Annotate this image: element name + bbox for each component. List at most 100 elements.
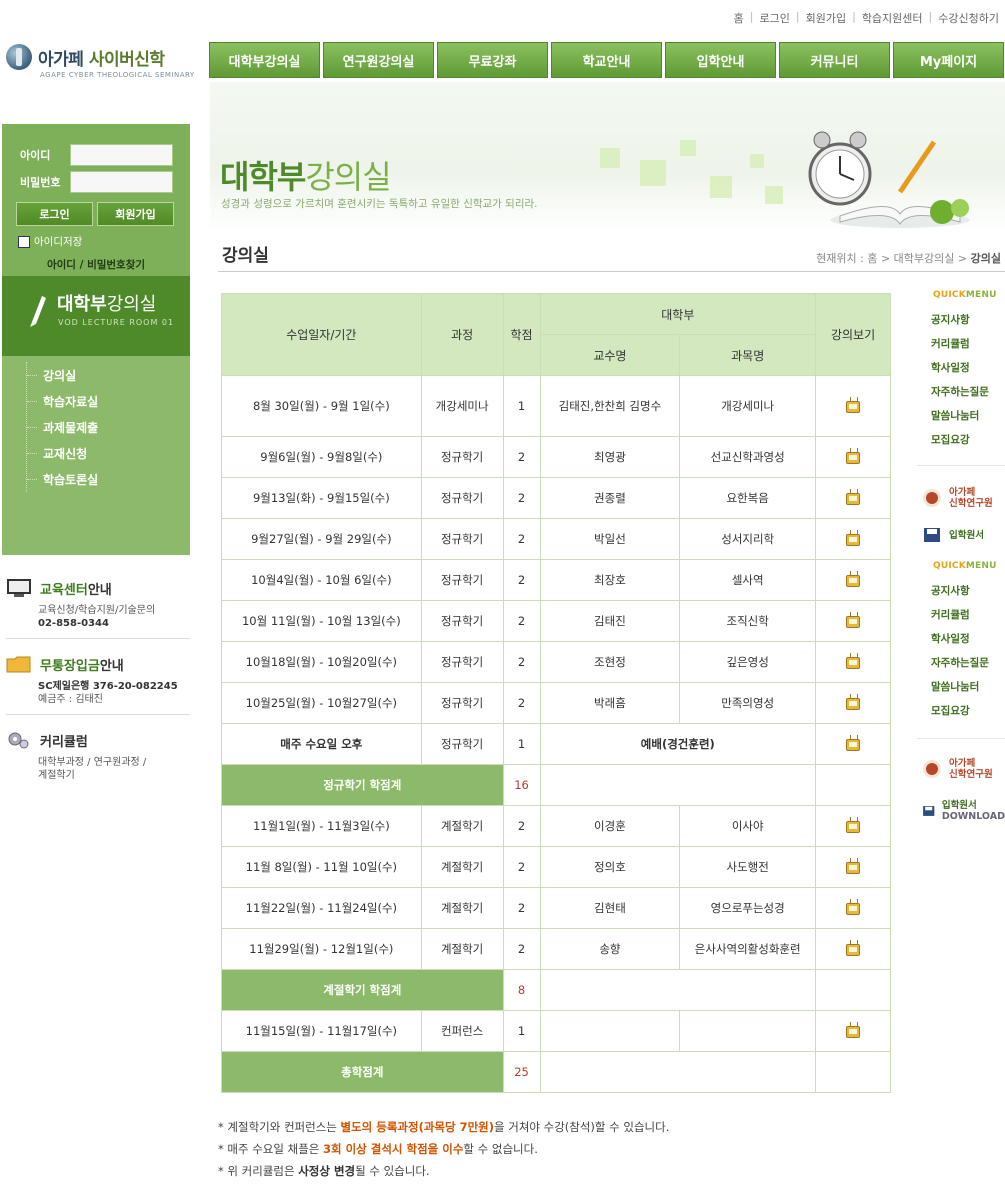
- quick-notice[interactable]: 공지사항: [917, 312, 1005, 336]
- cell-credit: 2: [502, 846, 541, 888]
- pen-icon: [30, 296, 46, 327]
- nav-school-info[interactable]: 학교안내: [551, 42, 662, 78]
- nav-university-lecture[interactable]: 대학부강의실: [209, 42, 320, 78]
- monitor-icon: [7, 579, 31, 597]
- quick-application-download[interactable]: 입학원서 DOWNLOAD: [917, 800, 1005, 822]
- quick-curriculum[interactable]: 커리큘럼: [917, 336, 1005, 360]
- left-menu-textbook[interactable]: 교재신청: [27, 440, 98, 466]
- nav-free-lecture[interactable]: 무료강좌: [437, 42, 548, 78]
- header-view: 강의보기: [815, 293, 891, 376]
- total-sum-row: 총학점계 25: [221, 1051, 891, 1093]
- tv-icon[interactable]: [846, 492, 861, 505]
- quick-faq[interactable]: 자주하는질문: [917, 384, 1005, 408]
- curriculum-info[interactable]: 커리큘럼 대학부과정 / 연구원과정 / 계절학기: [6, 730, 190, 782]
- nav-community[interactable]: 커뮤니티: [779, 42, 890, 78]
- floppy-disk-icon: [924, 528, 940, 542]
- cell-credit: 2: [502, 682, 541, 724]
- login-button[interactable]: 로그인: [16, 202, 93, 226]
- top-link-enroll[interactable]: 수강신청하기: [938, 10, 999, 26]
- cell-date: 10월25일(월) - 10월27일(수): [221, 682, 422, 724]
- quick2-notice[interactable]: 공지사항: [917, 583, 1005, 607]
- bank-info: 무통장입금안내 SC제일은행 376-20-082245 예금주 : 김태진: [6, 654, 190, 715]
- header-date: 수업일자/기간: [221, 293, 422, 376]
- cell-subject: 개강세미나: [679, 375, 817, 437]
- quick-application[interactable]: 입학원서: [917, 526, 1005, 544]
- table-row: 11월 8일(월) - 11월 10일(수) 계절학기 2 정의호 사도행전: [221, 846, 891, 888]
- top-link-join[interactable]: 회원가입: [806, 10, 846, 26]
- quick-promo-1[interactable]: 아가페 신학연구원: [917, 486, 1005, 510]
- seasonal-rows: 11월1일(월) - 11월3일(수) 계절학기 2 이경훈 이사야 11월 8일(월) …: [221, 805, 891, 970]
- top-link-home[interactable]: 홈: [734, 10, 744, 26]
- table-header-row: 수업일자/기간 과정 학점 대학부 강의보기: [221, 293, 891, 376]
- quick2-schedule[interactable]: 학사일정: [917, 631, 1005, 655]
- quick2-faq[interactable]: 자주하는질문: [917, 655, 1005, 679]
- cell-course: 계절학기: [420, 846, 504, 888]
- cell-prof: 김현태: [539, 887, 681, 929]
- cell-prof: 최장호: [539, 559, 681, 601]
- left-menu-materials[interactable]: 학습자료실: [27, 388, 98, 414]
- quick-word-share[interactable]: 말씀나눔터: [917, 408, 1005, 432]
- tv-icon[interactable]: [846, 451, 861, 464]
- save-id-checkbox[interactable]: [18, 235, 30, 248]
- quick2-curriculum[interactable]: 커리큘럼: [917, 607, 1005, 631]
- left-menu-assignment[interactable]: 과제물제출: [27, 414, 98, 440]
- left-menu-lecture-room[interactable]: 강의실: [27, 362, 98, 388]
- tv-icon[interactable]: [846, 697, 861, 710]
- nav-mypage[interactable]: My페이지: [893, 42, 1004, 78]
- quick-promo-2[interactable]: 아가페 신학연구원: [917, 757, 1005, 781]
- tv-icon[interactable]: [846, 943, 861, 956]
- nav-research-lecture[interactable]: 연구원강의실: [323, 42, 434, 78]
- save-id[interactable]: 아이디저장: [18, 234, 82, 249]
- clock-book-illustration: [808, 131, 970, 228]
- cell-subject: 사도행전: [679, 846, 817, 888]
- top-links: 홈 | 로그인 | 회원가입 | 학습지원센터 | 수강신청하기: [733, 10, 999, 26]
- cell-course: 정규학기: [420, 559, 504, 601]
- cell-date: 9월27일(월) - 9월 29일(수): [221, 518, 422, 560]
- header-professor: 교수명: [539, 334, 681, 376]
- cell-course: 정규학기: [420, 518, 504, 560]
- cell-date: 11월1일(월) - 11월3일(수): [221, 805, 422, 847]
- tv-icon[interactable]: [846, 1025, 861, 1038]
- top-link-support[interactable]: 학습지원센터: [862, 10, 923, 26]
- quick-recruit[interactable]: 모집요강: [917, 432, 1005, 456]
- tv-icon[interactable]: [846, 902, 861, 915]
- table-row: 11월29일(월) - 12월1일(수) 계절학기 2 송향 은사사역의활성화훈련: [221, 928, 891, 970]
- cell-date: 10월4일(월) - 10월 6일(수): [221, 559, 422, 601]
- table-row: 9월13일(화) - 9월15일(수) 정규학기 2 권종렬 요한복음: [221, 477, 891, 519]
- cell-subject: 셀사역: [679, 559, 817, 601]
- tv-icon[interactable]: [846, 861, 861, 874]
- quick-menu-1: QUICKMENU 공지사항 커리큘럼 학사일정 자주하는질문 말씀나눔터 모집…: [917, 290, 1005, 456]
- cell-prof: 최영광: [539, 436, 681, 478]
- tv-icon[interactable]: [846, 738, 861, 751]
- banner-title: 대학부강의실: [220, 158, 392, 196]
- find-account-link[interactable]: 아이디 / 비밀번호찾기: [2, 257, 190, 272]
- tv-icon[interactable]: [846, 820, 861, 833]
- cell-prof: 박일선: [539, 518, 681, 560]
- table-row: 11월22일(월) - 11월24일(수) 계절학기 2 김현태 영으로푸는성경: [221, 887, 891, 929]
- cell-subject: 선교신학과영성: [679, 436, 817, 478]
- quick2-word-share[interactable]: 말씀나눔터: [917, 679, 1005, 703]
- tv-icon[interactable]: [846, 533, 861, 546]
- quick2-recruit[interactable]: 모집요강: [917, 703, 1005, 727]
- nav-admission[interactable]: 입학안내: [665, 42, 776, 78]
- cell-credit: 2: [502, 641, 541, 683]
- regular-rows: 8월 30일(월) - 9월 1일(수) 개강세미나 1 김태진,한찬희 김명수 개강세…: [221, 375, 891, 724]
- cell-course: 정규학기: [420, 600, 504, 642]
- tv-icon[interactable]: [846, 656, 861, 669]
- left-menu-discussion[interactable]: 학습토론실: [27, 466, 98, 492]
- tv-icon[interactable]: [846, 400, 861, 413]
- top-link-login[interactable]: 로그인: [760, 10, 790, 26]
- join-button[interactable]: 회원가입: [97, 202, 174, 226]
- header-course: 과정: [420, 293, 504, 376]
- tv-icon[interactable]: [846, 574, 861, 587]
- cell-credit: 1: [502, 375, 541, 437]
- tv-icon[interactable]: [846, 615, 861, 628]
- seasonal-sum-row: 계절학기 학점계 8: [221, 969, 891, 1011]
- table-row: 9월6일(월) - 9월8일(수) 정규학기 2 최영광 선교신학과영성: [221, 436, 891, 478]
- logo-name-b: 사이버신학: [88, 49, 165, 70]
- table-row: 10월18일(월) - 10월20일(수) 정규학기 2 조현정 깊은영성: [221, 641, 891, 683]
- site-logo[interactable]: 아가페 사이버신학 AGAPE CYBER THEOLOGICAL SEMINA…: [6, 44, 194, 79]
- quick-schedule[interactable]: 학사일정: [917, 360, 1005, 384]
- table-row: 10월 11일(월) - 10월 13일(수) 정규학기 2 김태진 조직신학: [221, 600, 891, 642]
- coffee-cup-icon: [923, 760, 941, 778]
